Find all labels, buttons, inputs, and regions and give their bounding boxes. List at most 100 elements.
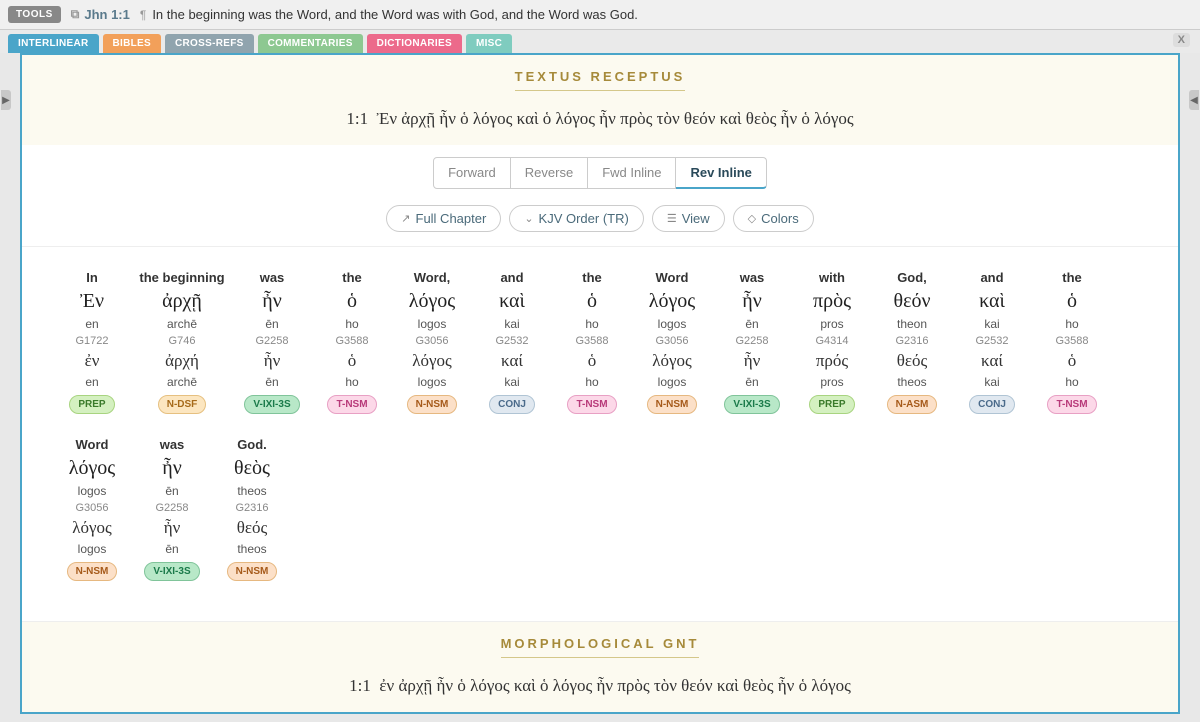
- word-column[interactable]: withπρὸςprosG4314πρόςprosPREP: [792, 267, 872, 414]
- word-column[interactable]: InἘνenG1722ἐνenPREP: [52, 267, 132, 414]
- parsing-tag[interactable]: V-IXI-3S: [724, 395, 779, 414]
- parsing-tag[interactable]: N-NSM: [227, 562, 278, 581]
- content-tabs: INTERLINEAR BIBLES CROSS-REFS COMMENTARI…: [0, 30, 1200, 53]
- greek-text: Ἐν ἀρχῇ ἦν ὁ λόγος καὶ ὁ λόγος ἦν πρὸς τ…: [377, 109, 854, 128]
- mode-rev-inline[interactable]: Rev Inline: [676, 157, 766, 189]
- lemma-greek: ἀρχή: [132, 349, 232, 373]
- word-column[interactable]: theὁhoG3588ὁhoT-NSM: [552, 267, 632, 414]
- word-column[interactable]: andκαὶkaiG2532καίkaiCONJ: [472, 267, 552, 414]
- chevron-down-icon: ⌄: [524, 212, 533, 225]
- lemma-translit: logos: [392, 373, 472, 391]
- transliteration: ho: [552, 315, 632, 333]
- parsing-tag[interactable]: CONJ: [489, 395, 535, 414]
- transliteration: logos: [52, 482, 132, 500]
- expand-left-handle[interactable]: ▶: [1, 90, 11, 110]
- mode-reverse[interactable]: Reverse: [511, 157, 588, 189]
- mode-forward[interactable]: Forward: [433, 157, 511, 189]
- word-column[interactable]: wasἦνēnG2258ἦνēnV-IXI-3S: [132, 434, 212, 581]
- view-button[interactable]: ☰ View: [652, 205, 725, 232]
- reference-link[interactable]: ⧉ Jhn 1:1: [71, 7, 130, 22]
- parsing-tag[interactable]: N-DSF: [158, 395, 207, 414]
- word-column[interactable]: God,θεόνtheonG2316θεόςtheosN-ASM: [872, 267, 952, 414]
- english-gloss: and: [472, 267, 552, 288]
- strongs-number: G3056: [52, 500, 132, 516]
- lemma-translit: ho: [552, 373, 632, 391]
- word-column[interactable]: theὁhoG3588ὁhoT-NSM: [312, 267, 392, 414]
- tab-misc[interactable]: MISC: [466, 34, 512, 53]
- interlinear-words-area: InἘνenG1722ἐνenPREPthe beginningἀρχῇarch…: [22, 247, 1178, 621]
- english-gloss: and: [952, 267, 1032, 288]
- parsing-tag[interactable]: CONJ: [969, 395, 1015, 414]
- parsing-tag[interactable]: N-NSM: [407, 395, 458, 414]
- english-gloss: was: [232, 267, 312, 288]
- lemma-greek: ἐν: [52, 349, 132, 373]
- parsing-tag[interactable]: N-NSM: [647, 395, 698, 414]
- greek-form: ἦν: [232, 288, 312, 315]
- close-panel-button[interactable]: X: [1173, 33, 1190, 47]
- greek-form: καὶ: [472, 288, 552, 315]
- full-chapter-button[interactable]: ↗ Full Chapter: [386, 205, 501, 232]
- mode-fwd-inline[interactable]: Fwd Inline: [588, 157, 676, 189]
- lemma-translit: ēn: [712, 373, 792, 391]
- strongs-number: G746: [132, 333, 232, 349]
- english-gloss: was: [712, 267, 792, 288]
- word-column[interactable]: andκαὶkaiG2532καίkaiCONJ: [952, 267, 1032, 414]
- transliteration: archē: [132, 315, 232, 333]
- parsing-tag[interactable]: T-NSM: [1047, 395, 1096, 414]
- tab-crossrefs[interactable]: CROSS-REFS: [165, 34, 254, 53]
- english-gloss: the: [552, 267, 632, 288]
- word-column[interactable]: wasἦνēnG2258ἦνēnV-IXI-3S: [232, 267, 312, 414]
- parsing-tag[interactable]: T-NSM: [327, 395, 376, 414]
- transliteration: theon: [872, 315, 952, 333]
- word-column[interactable]: the beginningἀρχῇarchēG746ἀρχήarchēN-DSF: [132, 267, 232, 414]
- verse-preview: ¶ In the beginning was the Word, and the…: [140, 7, 638, 22]
- strongs-number: G2258: [712, 333, 792, 349]
- word-column[interactable]: theὁhoG3588ὁhoT-NSM: [1032, 267, 1112, 414]
- parsing-tag[interactable]: V-IXI-3S: [144, 562, 199, 581]
- word-column[interactable]: WordλόγοςlogosG3056λόγοςlogosN-NSM: [632, 267, 712, 414]
- copy-icon: ⧉: [71, 7, 80, 22]
- parsing-tag[interactable]: N-NSM: [67, 562, 118, 581]
- tools-button[interactable]: TOOLS: [8, 6, 61, 23]
- lemma-greek: ὁ: [312, 349, 392, 373]
- transliteration: pros: [792, 315, 872, 333]
- top-bar: TOOLS ⧉ Jhn 1:1 ¶ In the beginning was t…: [0, 0, 1200, 30]
- transliteration: logos: [632, 315, 712, 333]
- greek-form: θεὸς: [212, 455, 292, 482]
- order-button[interactable]: ⌄ KJV Order (TR): [509, 205, 644, 232]
- word-column[interactable]: Word,λόγοςlogosG3056λόγοςlogosN-NSM: [392, 267, 472, 414]
- lemma-greek: λόγος: [632, 349, 712, 373]
- tab-dictionaries[interactable]: DICTIONARIES: [367, 34, 462, 53]
- parsing-tag[interactable]: PREP: [809, 395, 854, 414]
- verse-ref: 1:1: [346, 109, 368, 128]
- english-gloss: Word,: [392, 267, 472, 288]
- strongs-number: G2532: [472, 333, 552, 349]
- parsing-tag[interactable]: V-IXI-3S: [244, 395, 299, 414]
- strongs-number: G3056: [392, 333, 472, 349]
- strongs-number: G2258: [132, 500, 212, 516]
- lemma-translit: kai: [952, 373, 1032, 391]
- expand-right-handle[interactable]: ◀: [1189, 90, 1199, 110]
- greek-form: λόγος: [52, 455, 132, 482]
- lemma-translit: ho: [312, 373, 392, 391]
- source-title: TEXTUS RECEPTUS: [515, 69, 686, 91]
- tab-interlinear[interactable]: INTERLINEAR: [8, 34, 99, 53]
- greek-verse-line: 1:1 Ἐν ἀρχῇ ἦν ὁ λόγος καὶ ὁ λόγος ἦν πρ…: [22, 109, 1178, 129]
- tab-bibles[interactable]: BIBLES: [103, 34, 161, 53]
- parsing-tag[interactable]: N-ASM: [887, 395, 938, 414]
- lemma-translit: kai: [472, 373, 552, 391]
- transliteration: ho: [1032, 315, 1112, 333]
- word-column[interactable]: WordλόγοςlogosG3056λόγοςlogosN-NSM: [52, 434, 132, 581]
- colors-button[interactable]: ◇ Colors: [733, 205, 814, 232]
- strongs-number: G1722: [52, 333, 132, 349]
- strongs-number: G3056: [632, 333, 712, 349]
- reference-text: Jhn 1:1: [84, 7, 130, 22]
- greek-text-2: ἐν ἀρχῇ ἦν ὁ λόγος καὶ ὁ λόγος ἦν πρὸς τ…: [379, 676, 850, 695]
- strongs-number: G2258: [232, 333, 312, 349]
- word-column[interactable]: wasἦνēnG2258ἦνēnV-IXI-3S: [712, 267, 792, 414]
- parsing-tag[interactable]: T-NSM: [567, 395, 616, 414]
- tab-commentaries[interactable]: COMMENTARIES: [258, 34, 363, 53]
- word-column[interactable]: God.θεὸςtheosG2316θεόςtheosN-NSM: [212, 434, 292, 581]
- parsing-tag[interactable]: PREP: [69, 395, 114, 414]
- lemma-greek: λόγος: [392, 349, 472, 373]
